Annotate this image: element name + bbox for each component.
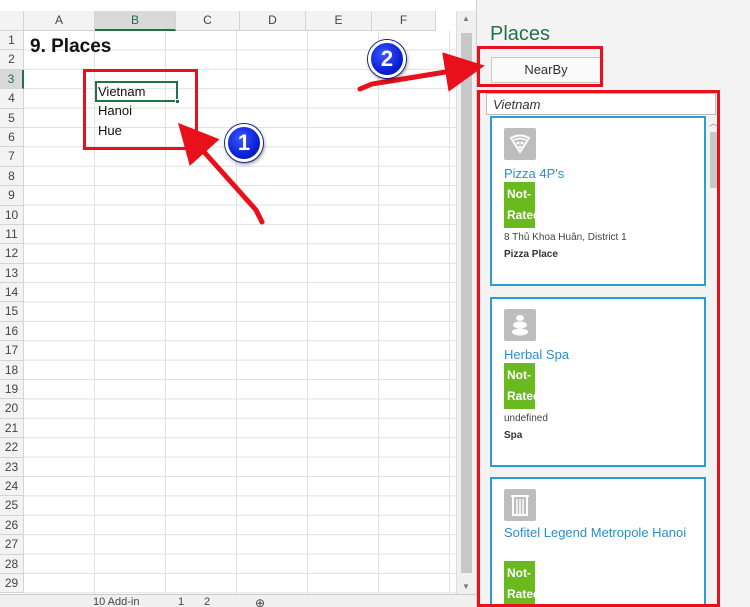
place-name-link[interactable]: Sofitel Legend Metropole Hanoi (504, 523, 694, 542)
sheet-tab[interactable]: 10 Add-in (93, 596, 139, 607)
scroll-down-icon[interactable]: ▼ (462, 582, 470, 591)
results-list: Pizza 4P's Not-Rated 8 Thủ Khoa Huân, Di… (490, 116, 714, 607)
cell-grid[interactable] (24, 31, 456, 594)
sheet-tab-2[interactable]: 2 (204, 596, 210, 607)
column-headers: A B C D E F (24, 11, 436, 31)
place-name-link[interactable]: Herbal Spa (504, 345, 694, 364)
select-all-corner[interactable] (0, 11, 24, 31)
row-header[interactable]: 19 (0, 380, 24, 400)
column-header-b[interactable]: B (95, 11, 176, 31)
row-header[interactable]: 9 (0, 186, 24, 206)
results-scroll-thumb[interactable] (710, 132, 718, 188)
place-category: Pizza Place (504, 249, 558, 260)
new-sheet-icon[interactable]: ⊕ (255, 596, 265, 607)
row-header[interactable]: 29 (0, 573, 24, 594)
row-header[interactable]: 25 (0, 496, 24, 516)
sheet-title-cell[interactable]: 9. Places (30, 36, 111, 58)
sheet-vertical-scrollbar[interactable]: ▲ ▼ (456, 11, 476, 594)
column-header-c[interactable]: C (176, 11, 240, 31)
cell-b3[interactable]: Vietnam (98, 84, 145, 99)
column-header-a[interactable]: A (24, 11, 95, 31)
row-header[interactable]: 26 (0, 515, 24, 536)
row-header[interactable]: 8 (0, 166, 24, 187)
row-header[interactable]: 27 (0, 535, 24, 555)
row-header[interactable]: 12 (0, 244, 24, 264)
rating-badge: Not-Rated (504, 561, 535, 607)
hotel-icon (504, 489, 536, 521)
place-card[interactable]: Herbal Spa Not-Rated undefined Spa (490, 297, 706, 467)
row-header[interactable]: 6 (0, 127, 24, 148)
place-card[interactable]: Sofitel Legend Metropole Hanoi Not-Rated (490, 477, 706, 607)
spa-icon (504, 309, 536, 341)
row-header[interactable]: 18 (0, 360, 24, 381)
scroll-up-icon[interactable]: ▲ (462, 14, 470, 23)
row-headers: 1 2 3 4 5 6 7 8 9 10 11 12 13 14 15 16 17 18 19 20 21 22 23 24 2… (0, 31, 24, 594)
place-category: Spa (504, 430, 523, 441)
sheet-tab-1[interactable]: 1 (178, 596, 184, 607)
sheet-tab-bar: 10 Add-in 1 2 ⊕ (0, 594, 476, 607)
step-1-badge: 1 (225, 124, 263, 162)
place-card[interactable]: Pizza 4P's Not-Rated 8 Thủ Khoa Huân, Di… (490, 116, 706, 286)
fill-handle[interactable] (175, 99, 180, 104)
row-header[interactable]: 3 (0, 69, 24, 90)
column-header-f[interactable]: F (372, 11, 436, 31)
row-header[interactable]: 10 (0, 205, 24, 225)
cell-b4[interactable]: Hanoi (98, 103, 132, 118)
spreadsheet: A B C D E F 1 2 3 4 5 6 7 8 9 10 11 12 13 14 15 16 17 18 1… (0, 0, 476, 607)
results-scrollbar[interactable]: ︿ (707, 116, 721, 607)
row-header[interactable]: 7 (0, 147, 24, 167)
row-header[interactable]: 22 (0, 438, 24, 458)
rating-badge: Not-Rated (504, 182, 535, 228)
sheet-scroll-thumb[interactable] (461, 33, 472, 573)
pizza-icon (504, 128, 536, 160)
row-header[interactable]: 16 (0, 321, 24, 342)
pane-title: Places (490, 23, 551, 45)
row-header[interactable]: 23 (0, 457, 24, 477)
place-address: undefined (504, 413, 548, 424)
nearby-button[interactable]: NearBy (491, 57, 601, 83)
row-header[interactable]: 5 (0, 108, 24, 128)
row-header[interactable]: 15 (0, 302, 24, 322)
places-task-pane: Places NearBy Pizza 4P's Not-Rated 8 Thủ… (476, 0, 750, 607)
place-address: 8 Thủ Khoa Huân, District 1 (504, 232, 627, 243)
location-search-input[interactable] (486, 93, 716, 115)
row-header[interactable]: 24 (0, 476, 24, 497)
row-header[interactable]: 21 (0, 418, 24, 439)
row-header[interactable]: 20 (0, 399, 24, 419)
row-header[interactable]: 1 (0, 31, 24, 51)
row-header[interactable]: 28 (0, 554, 24, 574)
step-2-badge: 2 (368, 40, 406, 78)
row-header[interactable]: 4 (0, 89, 24, 109)
row-header[interactable]: 14 (0, 283, 24, 303)
row-header[interactable]: 17 (0, 341, 24, 361)
row-header[interactable]: 11 (0, 224, 24, 245)
place-name-link[interactable]: Pizza 4P's (504, 164, 694, 183)
column-header-d[interactable]: D (240, 11, 306, 31)
column-header-e[interactable]: E (306, 11, 372, 31)
cell-b5[interactable]: Hue (98, 123, 122, 138)
rating-badge: Not-Rated (504, 363, 535, 409)
chevron-up-icon[interactable]: ︿ (709, 116, 718, 129)
row-header[interactable]: 2 (0, 50, 24, 70)
row-header[interactable]: 13 (0, 263, 24, 284)
